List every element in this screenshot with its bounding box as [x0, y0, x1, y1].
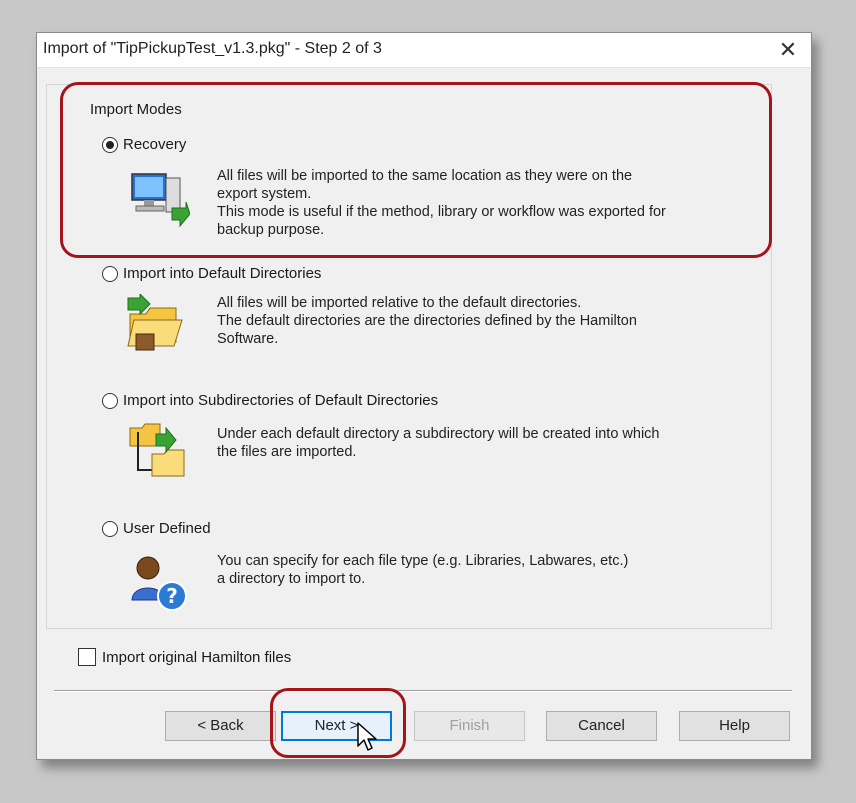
dialog-title: Import of "TipPickupTest_v1.3.pkg" - Ste… — [43, 40, 382, 57]
default-directories-description: All files will be imported relative to t… — [217, 295, 637, 347]
import-original-option[interactable]: Import original Hamilton files — [78, 648, 291, 666]
back-button[interactable]: < Back — [165, 711, 276, 741]
radio-user-defined[interactable]: User Defined — [102, 520, 211, 537]
radio-default-directories[interactable]: Import into Default Directories — [102, 265, 321, 282]
user-defined-description: You can specify for each file type (e.g.… — [217, 553, 629, 587]
help-button[interactable]: Help — [679, 711, 790, 741]
folder-import-icon — [127, 294, 183, 351]
title-bar: Import of "TipPickupTest_v1.3.pkg" - Ste… — [37, 33, 811, 68]
user-help-icon: ? — [131, 556, 187, 611]
button-separator — [54, 690, 792, 692]
recovery-highlight-box — [60, 82, 772, 258]
close-icon[interactable]: ✕ — [775, 37, 801, 63]
subfolder-import-icon — [129, 423, 185, 477]
import-original-checkbox[interactable] — [78, 648, 96, 666]
subdirectories-description: Under each default directory a subdirect… — [217, 426, 660, 460]
radio-button[interactable] — [102, 392, 118, 409]
radio-label: User Defined — [123, 520, 211, 537]
cancel-button[interactable]: Cancel — [546, 711, 657, 741]
mouse-cursor-icon — [357, 722, 377, 751]
finish-button[interactable]: Finish — [414, 711, 525, 741]
import-original-label: Import original Hamilton files — [102, 648, 292, 666]
radio-label: Import into Subdirectories of Default Di… — [123, 392, 439, 409]
svg-text:?: ? — [166, 584, 178, 608]
radio-button[interactable] — [102, 520, 118, 537]
radio-subdirectories[interactable]: Import into Subdirectories of Default Di… — [102, 392, 438, 409]
radio-button[interactable] — [102, 265, 118, 282]
radio-label: Import into Default Directories — [123, 265, 322, 282]
next-highlight-box — [270, 688, 406, 758]
